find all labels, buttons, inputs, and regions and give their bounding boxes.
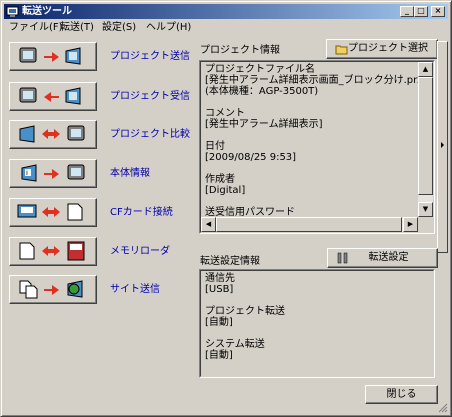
compare-icon xyxy=(19,125,85,143)
info-line: [Digital] xyxy=(205,185,246,196)
cf-card-connect-label[interactable]: CFカード接続 xyxy=(110,207,173,219)
device-info-label[interactable]: 本体情報 xyxy=(110,168,150,180)
info-line: コメント xyxy=(205,108,245,119)
main-window: 転送ツール _ □ × ファイル(F) 転送(T) 設定(S) ヘルプ(H) プ… xyxy=(0,0,452,417)
maximize-icon: □ xyxy=(417,6,425,15)
transfer-settings-panel: 通信先 [USB] プロジェクト転送 [自動] システム転送 [自動] xyxy=(199,269,435,378)
memory-loader-label[interactable]: メモリローダ xyxy=(110,246,170,258)
app-icon xyxy=(6,6,19,17)
project-info-text: プロジェクトファイル名 [発生中アラーム詳細表示画面_ブロック分け.prx] (本体… xyxy=(205,64,427,218)
minimize-icon: _ xyxy=(405,6,409,15)
menu-settings[interactable]: 設定(S) xyxy=(99,21,139,35)
info-line xyxy=(205,163,427,174)
close-window-button[interactable]: × xyxy=(431,6,445,17)
info-line: プロジェクトファイル名 xyxy=(205,64,315,75)
scroll-corner xyxy=(418,217,433,232)
info-line: 日付 xyxy=(205,141,225,152)
transfer-settings-text: 通信先 [USB] プロジェクト転送 [自動] システム転送 [自動] xyxy=(205,273,285,361)
info-line: [USB] xyxy=(205,284,234,295)
transfer-settings-label: 転送設定情報 xyxy=(200,256,260,267)
site-send-icon xyxy=(19,280,83,299)
chevron-right-icon xyxy=(441,142,444,148)
info-line: [自動] xyxy=(205,317,233,328)
info-line: システム転送 xyxy=(205,339,265,350)
info-line: [発生中アラーム詳細表示画面_ブロック分け.prx] xyxy=(205,75,427,86)
project-info-hscroll-thumb[interactable] xyxy=(216,217,402,232)
cf-card-connect-button[interactable] xyxy=(9,198,97,227)
receive-from-device-icon xyxy=(19,87,81,105)
project-compare-label[interactable]: プロジェクト比較 xyxy=(110,129,190,141)
info-line: 作成者 xyxy=(205,174,235,185)
device-info-icon: i xyxy=(21,164,85,182)
memory-loader-icon xyxy=(19,241,85,261)
resize-grip-icon[interactable] xyxy=(438,403,448,413)
menu-help[interactable]: ヘルプ(H) xyxy=(143,21,194,35)
window-title: 転送ツール xyxy=(22,6,72,17)
info-line: プロジェクト転送 xyxy=(205,306,285,317)
minimize-button[interactable]: _ xyxy=(400,6,414,17)
info-line: [発生中アラーム詳細表示] xyxy=(205,119,323,130)
site-send-label[interactable]: サイト送信 xyxy=(110,284,160,296)
scroll-up-icon[interactable]: ▲ xyxy=(418,62,433,77)
project-send-button[interactable] xyxy=(9,42,97,71)
project-receive-button[interactable] xyxy=(9,82,97,111)
project-info-vscroll-thumb[interactable] xyxy=(418,77,433,195)
device-info-button[interactable]: i xyxy=(9,159,97,188)
scroll-down-icon[interactable]: ▼ xyxy=(418,202,433,217)
close-icon: × xyxy=(434,6,442,15)
project-info-panel: プロジェクトファイル名 [発生中アラーム詳細表示画面_ブロック分け.prx] (本体… xyxy=(199,60,435,234)
transfer-settings-button[interactable]: 転送設定 xyxy=(327,248,438,268)
project-select-button[interactable]: プロジェクト選択 xyxy=(326,39,438,59)
info-line xyxy=(205,295,285,306)
send-to-device-icon xyxy=(19,47,81,65)
maximize-button[interactable]: □ xyxy=(414,6,428,17)
info-line: [自動] xyxy=(205,350,233,361)
menu-transfer[interactable]: 転送(T) xyxy=(57,21,97,35)
title-bar[interactable]: 転送ツール _ □ × xyxy=(4,4,448,19)
info-line xyxy=(205,97,427,108)
memory-loader-button[interactable] xyxy=(9,237,97,266)
project-info-vscroll[interactable]: ▲ ▼ xyxy=(418,62,433,217)
info-line: 通信先 xyxy=(205,273,235,284)
site-send-button[interactable] xyxy=(9,275,97,304)
svg-text:i: i xyxy=(26,169,28,177)
project-receive-label[interactable]: プロジェクト受信 xyxy=(110,91,190,103)
scroll-right-icon[interactable]: ▶ xyxy=(403,217,418,232)
project-info-hscroll[interactable]: ◀ ▶ xyxy=(201,217,418,232)
project-send-label[interactable]: プロジェクト送信 xyxy=(110,51,190,63)
project-compare-button[interactable] xyxy=(9,120,97,149)
info-line: (本体機種：AGP-3500T) xyxy=(205,86,319,97)
menu-bar: ファイル(F) 転送(T) 設定(S) ヘルプ(H) xyxy=(4,20,448,36)
cf-card-icon xyxy=(17,203,83,221)
side-panel-toggle[interactable] xyxy=(437,41,448,253)
info-line xyxy=(205,130,427,141)
close-button[interactable]: 閉じる xyxy=(365,385,438,404)
info-line xyxy=(205,328,285,339)
info-line: [2009/08/25 9:53] xyxy=(205,152,297,163)
project-info-label: プロジェクト情報 xyxy=(200,45,280,56)
scroll-left-icon[interactable]: ◀ xyxy=(201,217,216,232)
info-line xyxy=(205,196,427,207)
